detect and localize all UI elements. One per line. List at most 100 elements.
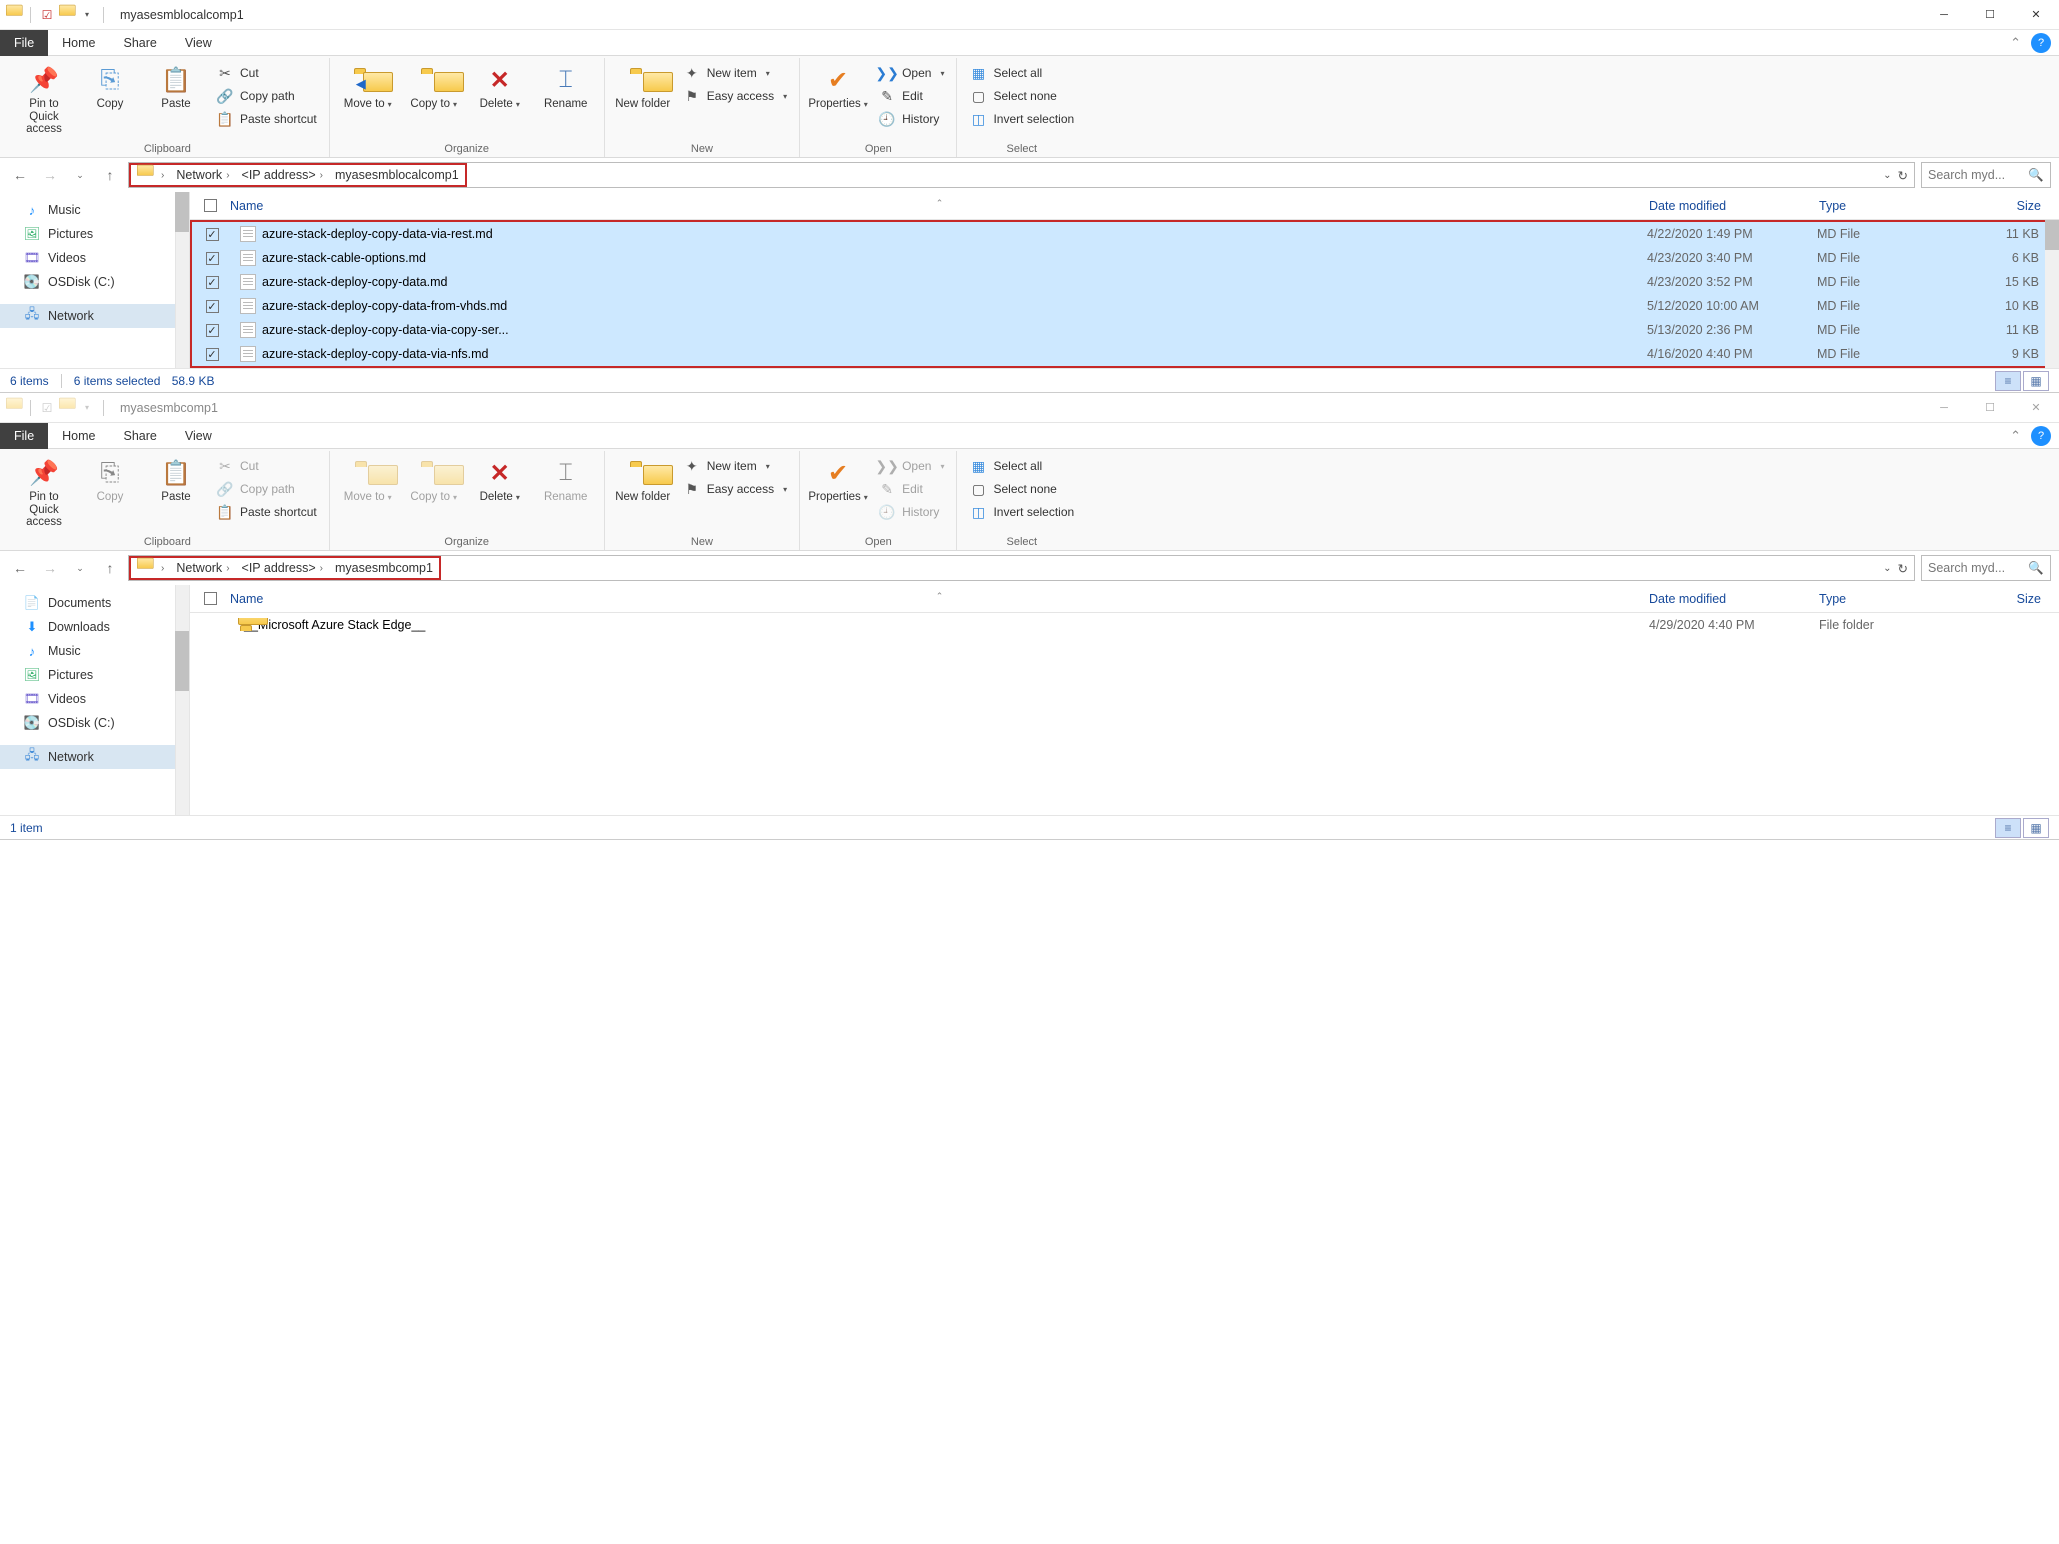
up-button[interactable]: ↑ <box>98 163 122 187</box>
invert-selection-button[interactable]: ◫Invert selection <box>965 108 1078 130</box>
tree-videos[interactable]: 🎞Videos <box>0 687 189 711</box>
cut-button[interactable]: ✂Cut <box>212 455 321 477</box>
folder-qat-icon[interactable] <box>59 7 75 23</box>
tree-scrollbar[interactable] <box>175 192 189 368</box>
easy-access-button[interactable]: ⚑Easy access▾ <box>679 85 791 107</box>
tree-downloads[interactable]: ⬇Downloads <box>0 615 189 639</box>
table-row[interactable]: ✓ azure-stack-deploy-copy-data-via-copy-… <box>192 318 2057 342</box>
open-button[interactable]: ❯❯Open▾ <box>874 455 948 477</box>
table-row[interactable]: ✓ azure-stack-deploy-copy-data-from-vhds… <box>192 294 2057 318</box>
folder-qat-icon[interactable] <box>59 400 75 416</box>
copy-to-button[interactable]: Copy to▾ <box>404 453 464 504</box>
header-name[interactable]: Name⌃ <box>230 199 1649 213</box>
select-all-button[interactable]: ▦Select all <box>965 62 1078 84</box>
new-item-button[interactable]: ✦New item▾ <box>679 62 791 84</box>
search-input[interactable]: Search myd... 🔍 <box>1921 555 2051 581</box>
qat-dropdown-icon[interactable]: ▾ <box>79 400 95 416</box>
back-button[interactable]: ← <box>8 163 32 187</box>
close-button[interactable]: ✕ <box>2013 0 2059 30</box>
address-bar[interactable]: › Network› <IP address>› myasesmblocalco… <box>128 162 1915 188</box>
properties-button[interactable]: ✔Properties▾ <box>808 453 868 504</box>
tab-home[interactable]: Home <box>48 30 109 56</box>
back-button[interactable]: ← <box>8 556 32 580</box>
address-dropdown-icon[interactable]: ⌄ <box>1883 170 1891 181</box>
easy-access-button[interactable]: ⚑Easy access▾ <box>679 478 791 500</box>
move-to-button[interactable]: Move to▾ <box>338 453 398 504</box>
crumb-root-icon[interactable]: › <box>131 558 170 578</box>
address-dropdown-icon[interactable]: ⌄ <box>1883 563 1891 574</box>
crumb-root-icon[interactable]: › <box>131 165 170 185</box>
table-row[interactable]: ✓ azure-stack-deploy-copy-data.md 4/23/2… <box>192 270 2057 294</box>
tab-home[interactable]: Home <box>48 423 109 449</box>
header-type[interactable]: Type <box>1819 592 1969 606</box>
new-folder-button[interactable]: New folder <box>613 60 673 111</box>
copy-button[interactable]: ⎘ Copy <box>80 60 140 111</box>
address-bar[interactable]: › Network› <IP address>› myasesmbcomp1 ⌄… <box>128 555 1915 581</box>
pin-to-quick-access-button[interactable]: 📌 Pin to Quick access <box>14 453 74 529</box>
open-button[interactable]: ❯❯Open▾ <box>874 62 948 84</box>
details-view-button[interactable]: ≡ <box>1995 371 2021 391</box>
list-scrollbar[interactable] <box>2045 220 2059 368</box>
paste-button[interactable]: 📋 Paste <box>146 453 206 504</box>
qat-dropdown-icon[interactable]: ▾ <box>79 7 95 23</box>
tab-view[interactable]: View <box>171 423 226 449</box>
details-view-button[interactable]: ≡ <box>1995 818 2021 838</box>
row-checkbox[interactable]: ✓ <box>206 228 219 241</box>
history-button[interactable]: 🕘History <box>874 108 948 130</box>
forward-button[interactable]: → <box>38 163 62 187</box>
table-row[interactable]: __Microsoft Azure Stack Edge__ 4/29/2020… <box>190 613 2059 637</box>
help-icon[interactable]: ? <box>2031 426 2051 446</box>
edit-button[interactable]: ✎Edit <box>874 478 948 500</box>
header-date[interactable]: Date modified <box>1649 199 1819 213</box>
crumb-ip[interactable]: <IP address>› <box>236 558 329 578</box>
tree-pictures[interactable]: 🖼Pictures <box>0 222 189 246</box>
header-size[interactable]: Size <box>1969 199 2059 213</box>
row-checkbox[interactable]: ✓ <box>206 276 219 289</box>
refresh-icon[interactable]: ↻ <box>1898 561 1908 576</box>
collapse-ribbon-icon[interactable]: ⌃ <box>2010 428 2021 444</box>
edit-button[interactable]: ✎Edit <box>874 85 948 107</box>
tree-network[interactable]: 🖧Network <box>0 745 189 769</box>
icons-view-button[interactable]: ▦ <box>2023 371 2049 391</box>
new-item-button[interactable]: ✦New item▾ <box>679 455 791 477</box>
header-name[interactable]: Name⌃ <box>230 592 1649 606</box>
delete-button[interactable]: ✕ Delete▾ <box>470 60 530 111</box>
row-checkbox[interactable]: ✓ <box>206 252 219 265</box>
select-none-button[interactable]: ▢Select none <box>965 478 1078 500</box>
tree-pictures[interactable]: 🖼Pictures <box>0 663 189 687</box>
row-checkbox[interactable]: ✓ <box>206 300 219 313</box>
select-all-checkbox[interactable] <box>204 199 217 212</box>
search-input[interactable]: Search myd... 🔍 <box>1921 162 2051 188</box>
copy-button[interactable]: ⎘ Copy <box>80 453 140 504</box>
tree-osdisk[interactable]: 💽OSDisk (C:) <box>0 711 189 735</box>
paste-shortcut-button[interactable]: 📋Paste shortcut <box>212 501 321 523</box>
copy-to-button[interactable]: Copy to▾ <box>404 60 464 111</box>
tree-network[interactable]: 🖧Network <box>0 304 189 328</box>
paste-shortcut-button[interactable]: 📋Paste shortcut <box>212 108 321 130</box>
row-checkbox[interactable]: ✓ <box>206 348 219 361</box>
tab-share[interactable]: Share <box>110 30 171 56</box>
collapse-ribbon-icon[interactable]: ⌃ <box>2010 35 2021 51</box>
crumb-network[interactable]: Network› <box>170 165 235 185</box>
crumb-network[interactable]: Network› <box>170 558 235 578</box>
crumb-folder[interactable]: myasesmbcomp1 <box>329 558 439 578</box>
header-type[interactable]: Type <box>1819 199 1969 213</box>
tree-music[interactable]: ♪Music <box>0 198 189 222</box>
pin-to-quick-access-button[interactable]: 📌 Pin to Quick access <box>14 60 74 136</box>
tree-scrollbar[interactable] <box>175 585 189 815</box>
check-qat-icon[interactable]: ☑ <box>39 400 55 416</box>
icons-view-button[interactable]: ▦ <box>2023 818 2049 838</box>
help-icon[interactable]: ? <box>2031 33 2051 53</box>
table-row[interactable]: ✓ azure-stack-cable-options.md 4/23/2020… <box>192 246 2057 270</box>
header-date[interactable]: Date modified <box>1649 592 1819 606</box>
close-button[interactable]: ✕ <box>2013 393 2059 423</box>
tab-file[interactable]: File <box>0 423 48 449</box>
copy-path-button[interactable]: 🔗Copy path <box>212 478 321 500</box>
tab-view[interactable]: View <box>171 30 226 56</box>
recent-dropdown-icon[interactable]: ⌄ <box>68 163 92 187</box>
header-size[interactable]: Size <box>1969 592 2059 606</box>
copy-path-button[interactable]: 🔗Copy path <box>212 85 321 107</box>
select-all-button[interactable]: ▦Select all <box>965 455 1078 477</box>
delete-button[interactable]: ✕Delete▾ <box>470 453 530 504</box>
crumb-ip[interactable]: <IP address>› <box>236 165 329 185</box>
